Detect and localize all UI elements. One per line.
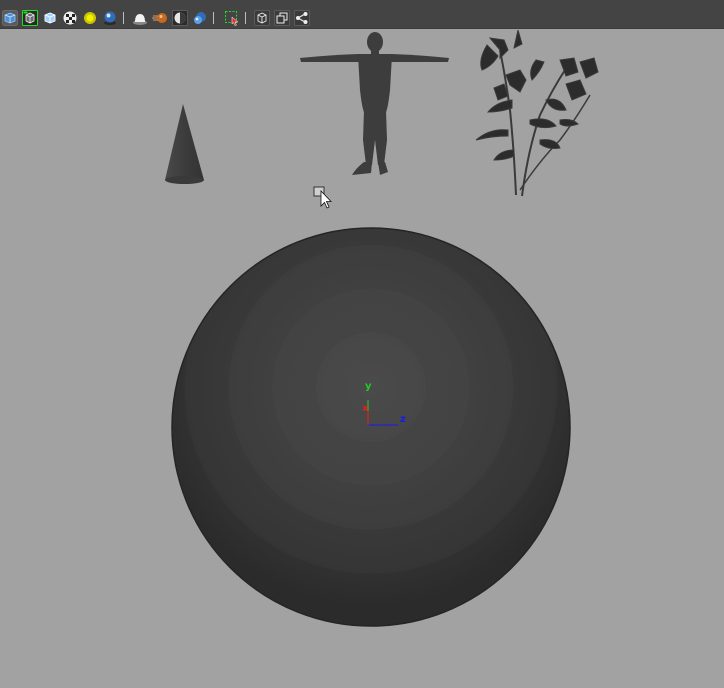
wireframe-select-icon[interactable] [22, 10, 38, 26]
share-icon[interactable] [294, 10, 310, 26]
sphere-object[interactable] [171, 227, 571, 627]
motion-blur-icon[interactable] [152, 10, 168, 26]
shaded-cube-icon[interactable] [2, 10, 18, 26]
ambient-occlusion-icon[interactable] [132, 10, 148, 26]
z-axis-label: z [400, 414, 406, 425]
stacked-boxes-icon[interactable] [274, 10, 290, 26]
viewport-toolbar [0, 0, 724, 29]
cone-object[interactable] [165, 104, 204, 184]
toolbar-separator [212, 12, 215, 24]
x-axis-label: x [362, 403, 369, 414]
half-sphere-icon[interactable] [172, 10, 188, 26]
plant-object[interactable] [475, 30, 599, 197]
checker-texture-icon[interactable] [62, 10, 78, 26]
mouse-cursor-icon [313, 186, 332, 209]
shadow-sphere-icon[interactable] [102, 10, 118, 26]
toolbar-separator [244, 12, 247, 24]
light-bulb-icon[interactable] [82, 10, 98, 26]
viewport-scene [165, 30, 599, 627]
human-figure-object[interactable] [300, 32, 449, 175]
toolbar-separator [122, 12, 125, 24]
isolate-select-icon[interactable] [224, 10, 240, 26]
3d-viewport[interactable]: y x z [0, 30, 724, 688]
blue-sphere-icon[interactable] [192, 10, 208, 26]
box-outline-icon[interactable] [254, 10, 270, 26]
xray-cube-icon[interactable] [42, 10, 58, 26]
y-axis-label: y [365, 381, 372, 392]
